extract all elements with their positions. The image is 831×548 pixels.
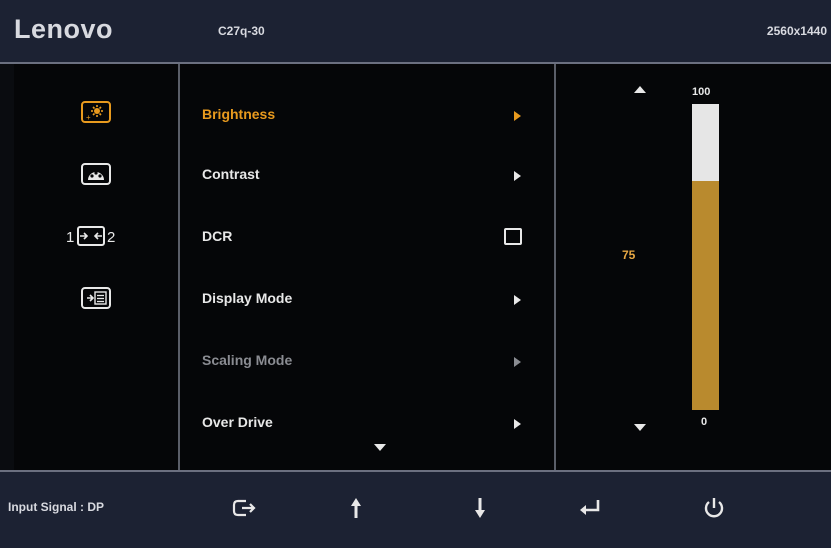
scroll-down-icon[interactable] — [374, 444, 386, 451]
enter-icon[interactable] — [576, 494, 604, 522]
resolution-readout: 2560x1440 — [766, 24, 827, 38]
chevron-right-icon — [514, 419, 521, 429]
color-icon[interactable] — [80, 162, 112, 186]
arrow-down-icon[interactable] — [466, 494, 494, 522]
slider-max-label: 100 — [692, 86, 711, 98]
chevron-right-icon — [514, 111, 521, 121]
menu-item-display-mode[interactable]: Display Mode — [202, 290, 292, 306]
brightness-slider[interactable] — [692, 104, 719, 410]
arrow-up-icon[interactable] — [342, 494, 370, 522]
menu-item-over-drive[interactable]: Over Drive — [202, 414, 273, 430]
slider-min-label: 0 — [701, 416, 708, 428]
chevron-right-icon — [514, 357, 521, 367]
category-sidebar: + 1 2 — [14, 64, 180, 470]
power-icon[interactable] — [700, 494, 728, 522]
menu-item-brightness[interactable]: Brightness — [202, 106, 275, 122]
menu-settings-icon[interactable] — [80, 286, 112, 310]
svg-text:+: + — [86, 113, 91, 122]
value-panel: 100 75 0 — [556, 64, 831, 470]
menu-item-scaling-mode[interactable]: Scaling Mode — [202, 352, 292, 368]
increase-icon[interactable] — [634, 86, 646, 93]
menu-item-contrast[interactable]: Contrast — [202, 166, 260, 182]
input-1-label: 1 — [66, 229, 74, 246]
settings-menu: Brightness Contrast DCR Display Mode Sca… — [180, 64, 556, 470]
chevron-right-icon — [514, 171, 521, 181]
input-2-label: 2 — [107, 229, 115, 246]
menu-item-dcr[interactable]: DCR — [202, 228, 232, 244]
exit-icon[interactable] — [230, 494, 258, 522]
header-bar: Lenovo C27q-30 2560x1440 — [0, 0, 831, 64]
input-switch-icon[interactable]: 1 2 — [66, 224, 126, 248]
footer-bar: Input Signal : DP — [0, 470, 831, 548]
slider-fill — [692, 180, 719, 410]
chevron-right-icon — [514, 295, 521, 305]
brand-logo: Lenovo — [14, 14, 114, 44]
input-signal-status: Input Signal : DP — [8, 500, 104, 514]
brightness-icon[interactable]: + — [80, 100, 112, 124]
current-value: 75 — [622, 248, 636, 262]
dcr-checkbox[interactable] — [504, 228, 522, 245]
model-name: C27q-30 — [218, 24, 265, 38]
decrease-icon[interactable] — [634, 424, 646, 431]
